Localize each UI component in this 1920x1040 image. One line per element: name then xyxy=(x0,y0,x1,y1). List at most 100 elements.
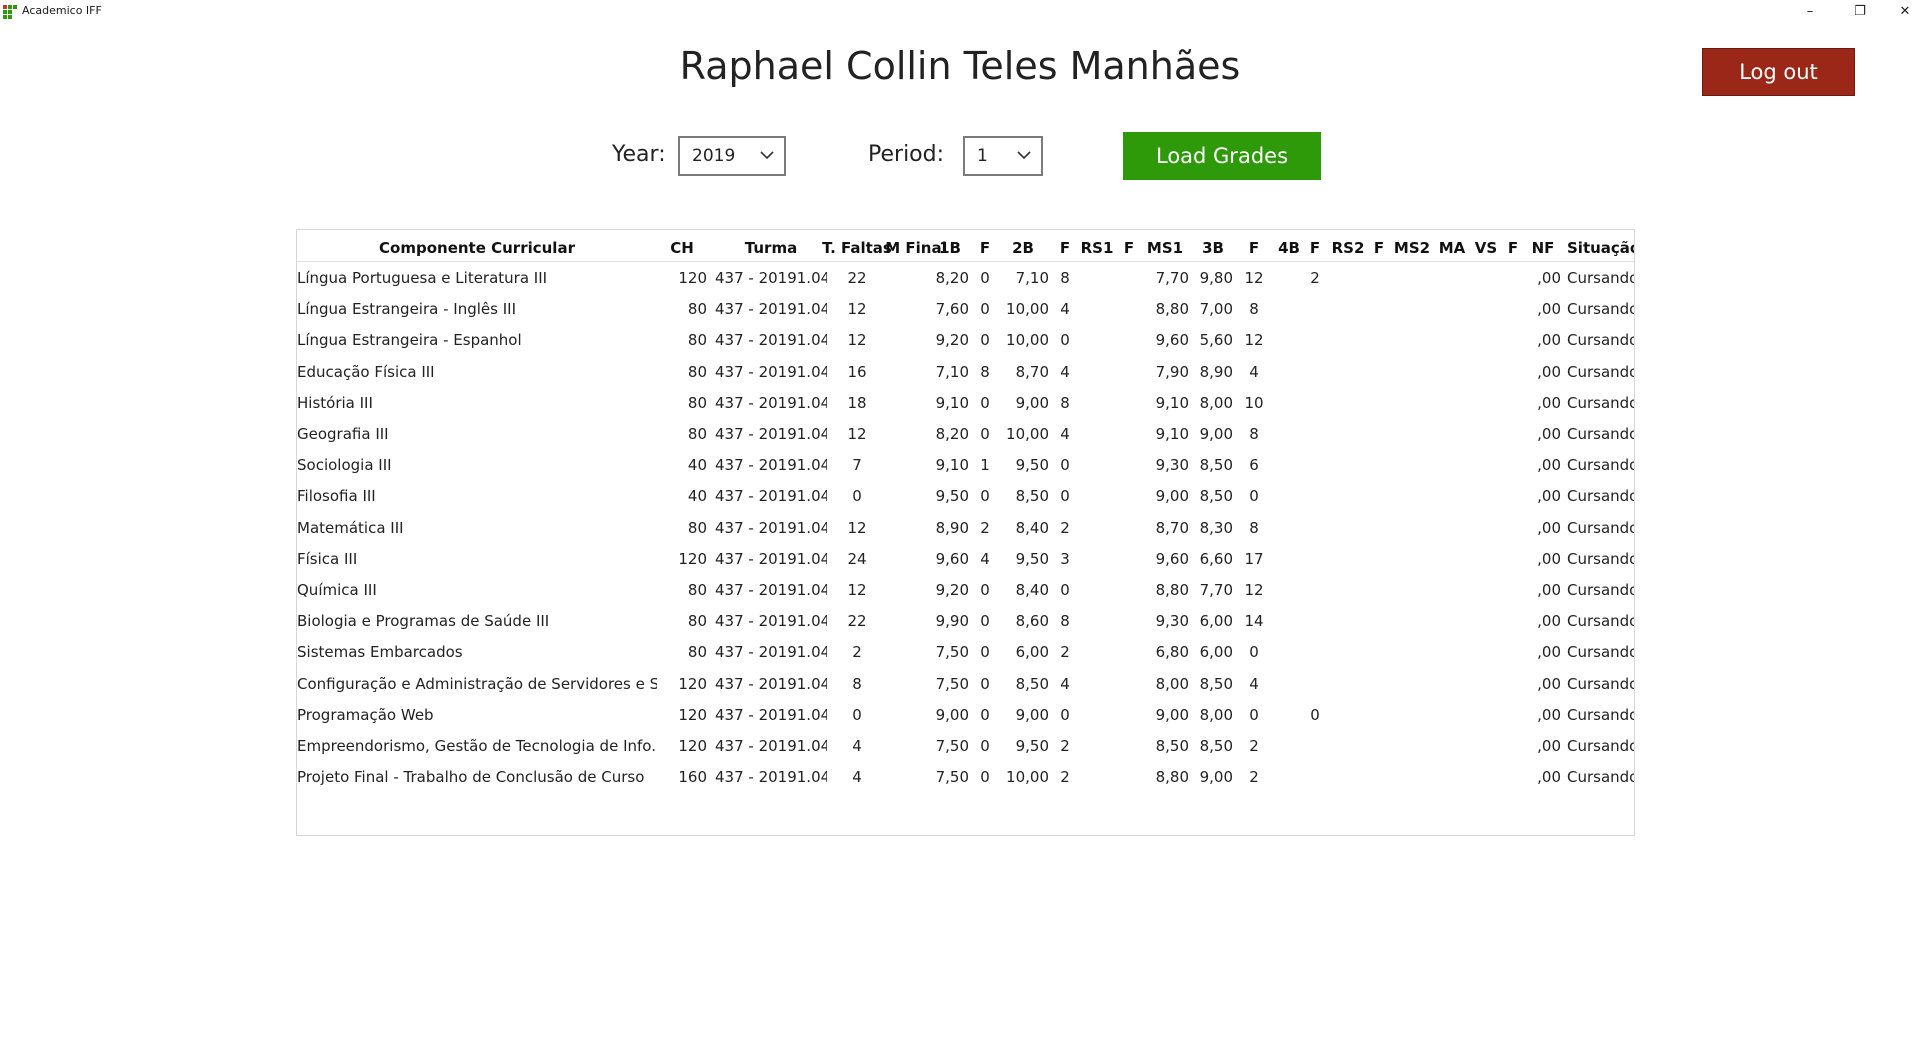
period-select[interactable]: 1 xyxy=(963,136,1043,176)
table-cell: 6,00 xyxy=(1199,612,1233,631)
table-cell: 8,50 xyxy=(1199,456,1233,475)
column-header[interactable]: Situação xyxy=(1567,239,1634,257)
table-row[interactable]: Língua Estrangeira - Inglês III 80 437 - 2… xyxy=(297,294,1634,325)
column-header[interactable]: MS1 xyxy=(1141,239,1189,257)
table-cell: 8,20 xyxy=(935,269,969,287)
column-header[interactable]: 3B xyxy=(1193,239,1233,257)
table-row[interactable]: Geografia III 80 437 - 20191.04... 12 8,20 01… xyxy=(297,419,1634,450)
table-cell: 120 xyxy=(678,269,707,287)
year-select[interactable]: 2019 xyxy=(678,136,786,176)
table-row[interactable]: Configuração e Administração de Servidor… xyxy=(297,669,1635,700)
table-cell: 9,30 xyxy=(1155,612,1189,631)
period-label: Period: xyxy=(868,142,945,167)
table-row[interactable]: Biologia e Programas de Saúde III 80 437 -… xyxy=(297,606,1635,637)
table-cell: 0 xyxy=(852,705,862,724)
table-cell: 10,00 xyxy=(1006,425,1049,443)
table-cell: 8 xyxy=(1060,393,1070,412)
table-cell: 12 xyxy=(847,425,867,443)
table-cell: 10,00 xyxy=(1006,768,1049,787)
table-cell: 8 xyxy=(1060,269,1070,287)
table-row[interactable]: Projeto Final - Trabalho de Conclusão de… xyxy=(297,762,1634,793)
column-header[interactable]: F xyxy=(1369,239,1389,257)
column-header[interactable]: RS2 xyxy=(1329,239,1367,257)
column-header[interactable]: F xyxy=(1239,239,1269,257)
column-header[interactable]: VS xyxy=(1473,239,1499,257)
table-cell: 9,60 xyxy=(1155,331,1189,350)
table-cell: 2 xyxy=(1310,269,1320,287)
table-cell: ,00 xyxy=(1537,425,1561,443)
table-row[interactable]: Empreendorismo, Gestão de Tecnologia de … xyxy=(297,731,1634,762)
column-header[interactable]: 2B xyxy=(997,239,1049,257)
logout-button[interactable]: Log out xyxy=(1702,48,1855,96)
table-cell: Filosofia III xyxy=(297,487,376,506)
column-header[interactable]: 1B xyxy=(931,239,969,257)
column-header[interactable]: F xyxy=(1305,239,1325,257)
column-header[interactable]: F xyxy=(975,239,995,257)
table-row[interactable]: Língua Portuguesa e Literatura III 120 437… xyxy=(297,263,1634,294)
table-cell: 9,60 xyxy=(935,549,969,568)
table-cell: 0 xyxy=(1249,487,1259,506)
table-cell: Cursando xyxy=(1567,612,1635,631)
column-header[interactable]: Componente Curricular xyxy=(297,239,657,257)
table-cell: 80 xyxy=(687,518,707,537)
table-cell: 6,80 xyxy=(1155,643,1189,662)
table-cell: 8,70 xyxy=(1015,362,1049,381)
table-cell: 437 - 20191.04... xyxy=(715,737,827,755)
table-row[interactable]: Língua Estrangeira - Espanhol 80 437 - 201… xyxy=(297,325,1634,356)
table-cell: ,00 xyxy=(1537,705,1561,724)
table-cell: 0 xyxy=(980,674,990,693)
column-header[interactable]: F xyxy=(1503,239,1523,257)
table-row[interactable]: Filosofia III 40 437 - 20191.04... 0 9,50 0 8,… xyxy=(297,481,1634,512)
table-cell: 7,90 xyxy=(1155,362,1189,381)
table-row[interactable]: Programação Web 120 437 - 20191.04... 0 9,00… xyxy=(297,700,1634,731)
table-row[interactable]: Educação Física III 80 437 - 20191.04... 16… xyxy=(297,357,1634,388)
table-cell: Cursando xyxy=(1567,456,1635,475)
table-cell: 8,40 xyxy=(1015,581,1049,599)
table-cell: 18 xyxy=(847,393,867,412)
table-cell: 0 xyxy=(1060,487,1070,506)
table-row[interactable]: História III 80 437 - 20191.04... 18 9,10 0 9,… xyxy=(297,388,1634,419)
column-header[interactable]: MS2 xyxy=(1391,239,1433,257)
grades-table[interactable]: Componente Curricular CH Turma T. Faltas M F… xyxy=(296,229,1635,836)
table-row[interactable]: Sociologia III 40 437 - 20191.04... 7 9,10 1 9… xyxy=(297,450,1635,481)
table-cell: 8,00 xyxy=(1155,674,1189,693)
table-cell: 437 - 20191.04... xyxy=(715,612,827,631)
table-cell: ,00 xyxy=(1537,737,1561,755)
table-cell: 80 xyxy=(687,425,707,443)
load-grades-button[interactable]: Load Grades xyxy=(1123,132,1321,180)
table-row[interactable]: Química III 80 437 - 20191.04... 12 9,20 0 8,4… xyxy=(297,575,1634,606)
column-header[interactable]: Turma xyxy=(715,239,827,257)
table-cell: 437 - 20191.04... xyxy=(715,300,827,319)
table-cell: 1 xyxy=(980,456,990,475)
table-cell: 8,90 xyxy=(935,518,969,537)
table-cell: 437 - 20191.04... xyxy=(715,581,827,599)
table-cell: 4 xyxy=(1060,674,1070,693)
table-cell: 437 - 20191.04... xyxy=(715,674,827,693)
column-header[interactable]: NF xyxy=(1525,239,1561,257)
table-cell: 12 xyxy=(847,331,867,350)
maximize-icon[interactable]: ❐ xyxy=(1840,0,1880,22)
column-header[interactable]: CH xyxy=(657,239,707,257)
table-cell: 8,50 xyxy=(1199,737,1233,755)
minimize-icon[interactable]: – xyxy=(1790,0,1830,22)
table-row[interactable]: Física III 120 437 - 20191.04... 24 9,60 4 9,5… xyxy=(297,544,1634,575)
table-cell: Cursando xyxy=(1567,674,1635,693)
column-header[interactable]: 4B xyxy=(1275,239,1303,257)
column-header[interactable]: F xyxy=(1119,239,1139,257)
table-cell: 9,00 xyxy=(1155,705,1189,724)
column-header[interactable]: F xyxy=(1055,239,1075,257)
close-icon[interactable]: ✕ xyxy=(1885,0,1920,22)
table-row[interactable]: Matemática III 80 437 - 20191.04... 12 8,90 2… xyxy=(297,513,1634,544)
table-cell: 8,80 xyxy=(1155,581,1189,599)
column-header[interactable]: RS1 xyxy=(1077,239,1117,257)
table-row[interactable]: Sistemas Embarcados 80 437 - 20191.04... 2 7… xyxy=(297,637,1634,668)
year-label: Year: xyxy=(612,142,666,167)
window-title: Academico IFF xyxy=(22,4,102,17)
table-cell: 2 xyxy=(1060,643,1070,662)
table-cell: 3 xyxy=(1060,549,1070,568)
column-header[interactable]: MA xyxy=(1437,239,1467,257)
table-cell: 9,10 xyxy=(935,456,969,475)
table-cell: 4 xyxy=(1060,300,1070,319)
table-cell: ,00 xyxy=(1537,581,1561,599)
table-cell: 10 xyxy=(1244,393,1264,412)
